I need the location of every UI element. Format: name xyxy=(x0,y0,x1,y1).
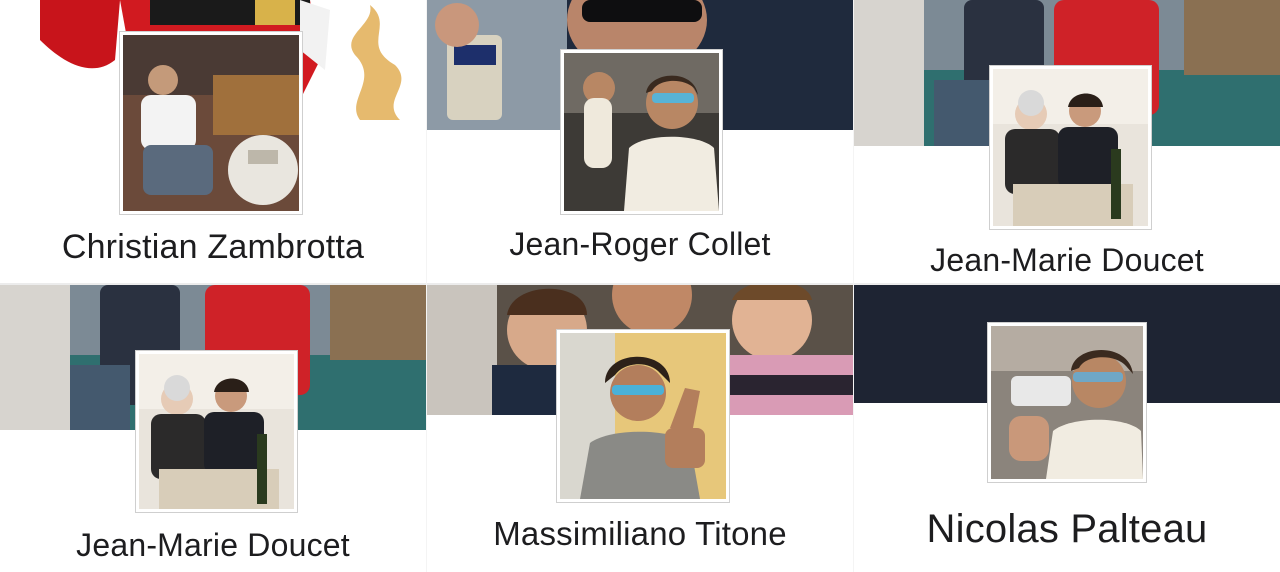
profile-card-6[interactable]: Nicolas Palteau xyxy=(854,285,1280,572)
profile-card-3[interactable]: Jean-Marie Doucet xyxy=(854,0,1280,283)
profile-avatar[interactable] xyxy=(561,50,722,214)
column-divider xyxy=(426,0,427,572)
profile-name[interactable]: Jean-Marie Doucet xyxy=(854,242,1280,279)
profile-name[interactable]: Jean-Roger Collet xyxy=(427,226,853,263)
profile-name[interactable]: Massimiliano Titone xyxy=(427,515,853,553)
profile-name[interactable]: Nicolas Palteau xyxy=(854,507,1280,552)
profile-avatar[interactable] xyxy=(120,32,302,214)
profile-avatar[interactable] xyxy=(557,330,729,502)
profile-card-1[interactable]: Christian Zambrotta xyxy=(0,0,426,283)
profile-avatar[interactable] xyxy=(988,323,1146,482)
profile-name[interactable]: Christian Zambrotta xyxy=(0,228,426,267)
profile-avatar[interactable] xyxy=(990,66,1151,229)
profile-card-4[interactable]: Jean-Marie Doucet xyxy=(0,285,426,572)
profile-card-5[interactable]: Massimiliano Titone xyxy=(427,285,853,572)
profile-avatar[interactable] xyxy=(136,351,297,512)
column-divider xyxy=(853,0,854,572)
profile-card-2[interactable]: Jean-Roger Collet xyxy=(427,0,853,283)
profile-name[interactable]: Jean-Marie Doucet xyxy=(0,527,426,564)
